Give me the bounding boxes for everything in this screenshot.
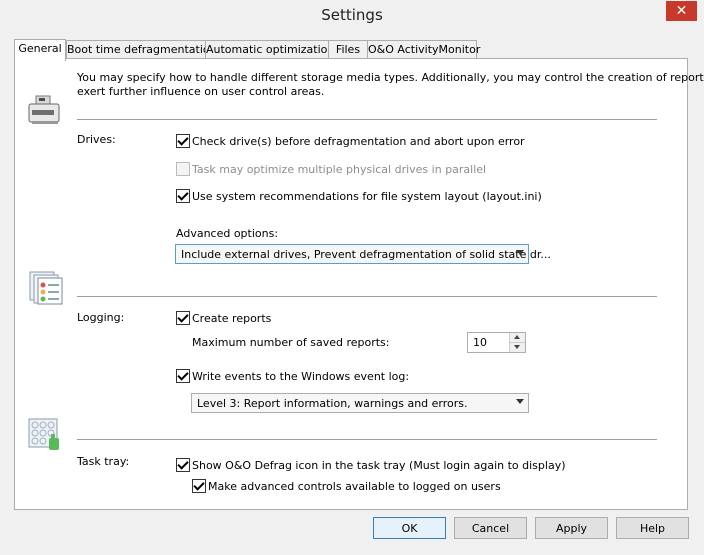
spinner-up-button[interactable] <box>510 333 525 343</box>
event-log-checkbox[interactable] <box>176 369 190 383</box>
show-tray-icon-checkbox[interactable] <box>176 458 190 472</box>
help-button[interactable]: Help <box>616 517 689 539</box>
tab-boot-time-defragmentation[interactable]: Boot time defragmentation <box>66 40 217 59</box>
reports-icon <box>29 271 63 305</box>
check-drive-before-checkbox[interactable] <box>176 134 190 148</box>
chevron-down-icon <box>516 399 524 404</box>
intro-text-line2: exert further influence on user control … <box>77 85 325 98</box>
event-log-label: Write events to the Windows event log: <box>192 370 410 383</box>
log-level-dropdown[interactable]: Level 3: Report information, warnings an… <box>191 393 529 413</box>
system-layout-checkbox[interactable] <box>176 189 190 203</box>
ok-button[interactable]: OK <box>373 517 446 539</box>
system-layout-label: Use system recommendations for file syst… <box>192 190 542 203</box>
tab-automatic-optimization[interactable]: Automatic optimization <box>205 40 334 59</box>
parallel-drives-label: Task may optimize multiple physical driv… <box>192 163 487 176</box>
drive-icon <box>28 95 60 124</box>
divider-logging <box>77 296 657 297</box>
close-button[interactable]: ✕ <box>666 1 697 21</box>
show-tray-icon-label: Show O&O Defrag icon in the task tray (M… <box>192 459 566 472</box>
window-title: Settings <box>321 6 383 24</box>
create-reports-label: Create reports <box>192 312 272 325</box>
apply-button[interactable]: Apply <box>535 517 608 539</box>
tab-files[interactable]: Files <box>328 40 368 59</box>
tray-icon <box>28 418 59 450</box>
divider-drives <box>77 119 657 120</box>
advanced-controls-checkbox[interactable] <box>192 479 206 493</box>
tab-activity-monitor[interactable]: O&O ActivityMonitor <box>367 40 480 59</box>
close-icon: ✕ <box>675 3 688 19</box>
advanced-options-dropdown[interactable]: Include external drives, Prevent defragm… <box>175 244 551 264</box>
spinner-down-button[interactable] <box>510 343 525 352</box>
tasktray-label: Task tray: <box>77 455 130 468</box>
spinner-buttons <box>509 333 525 352</box>
intro-text-line1: You may specify how to handle different … <box>77 71 704 84</box>
logging-label: Logging: <box>77 311 125 324</box>
chevron-down-icon <box>516 250 524 255</box>
max-reports-label: Maximum number of saved reports: <box>192 336 390 349</box>
max-reports-spinner[interactable]: 10 <box>467 332 526 353</box>
advanced-controls-label: Make advanced controls available to logg… <box>208 480 501 493</box>
advanced-options-label: Advanced options: <box>176 227 279 240</box>
advanced-options-value: Include external drives, Prevent defragm… <box>181 248 551 261</box>
general-panel <box>14 58 688 510</box>
drives-label: Drives: <box>77 133 116 146</box>
log-level-value: Level 3: Report information, warnings an… <box>197 397 468 410</box>
tab-general[interactable]: General <box>14 39 66 61</box>
check-drive-before-label: Check drive(s) before defragmentation an… <box>192 135 525 148</box>
create-reports-checkbox[interactable] <box>176 311 190 325</box>
divider-tasktray <box>77 439 657 440</box>
parallel-drives-checkbox[interactable] <box>176 162 190 176</box>
max-reports-value: 10 <box>473 336 487 349</box>
cancel-button[interactable]: Cancel <box>454 517 527 539</box>
